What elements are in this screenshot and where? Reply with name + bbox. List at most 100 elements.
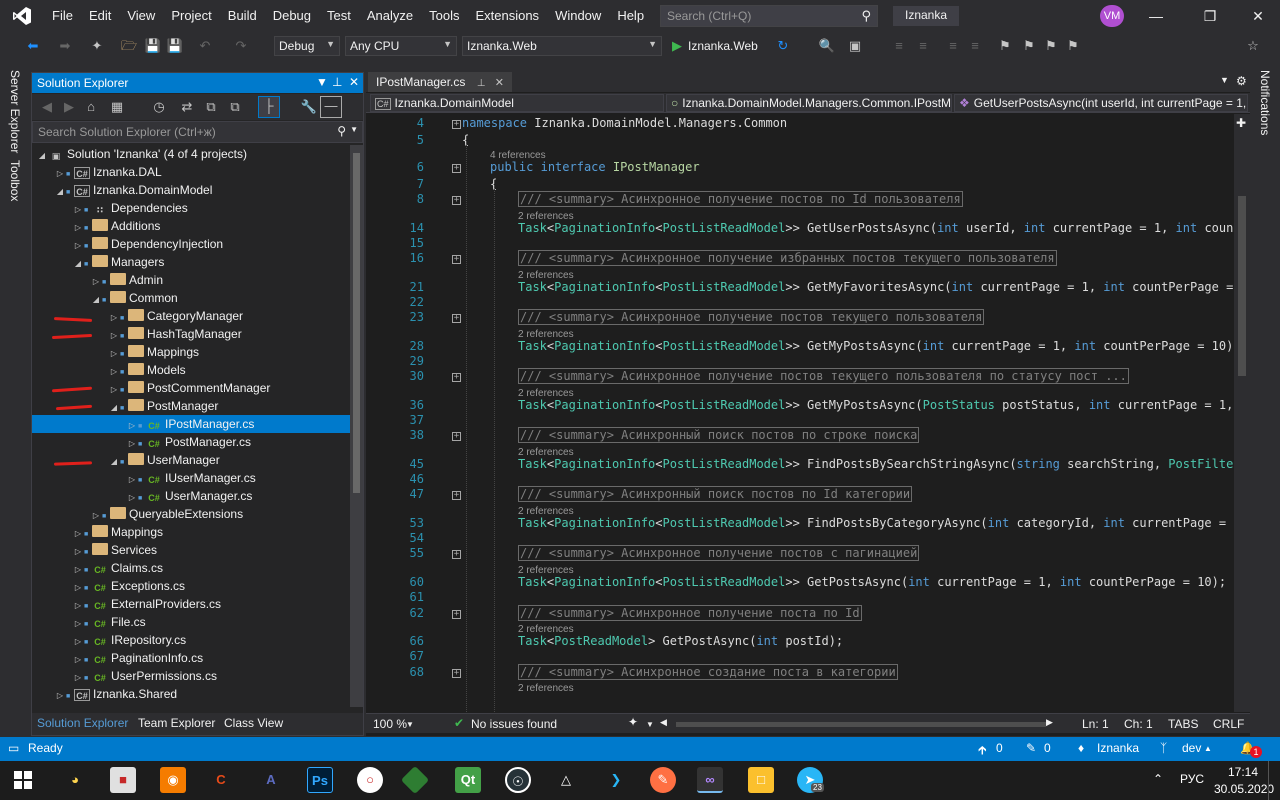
- tab-solution-explorer[interactable]: Solution Explorer: [37, 716, 128, 730]
- clock-time[interactable]: 17:14: [1228, 765, 1258, 779]
- run-button[interactable]: Iznanka.Web: [688, 39, 758, 53]
- scroll-left-icon[interactable]: ◀: [660, 717, 667, 728]
- code-line[interactable]: /// <summary> Асинхронное создание поста…: [518, 663, 898, 680]
- track-active-icon[interactable]: ├: [258, 96, 280, 118]
- windows-start-icon[interactable]: [10, 767, 36, 793]
- se-forward-icon[interactable]: ▶: [60, 98, 78, 116]
- code-line[interactable]: /// <summary> Асинхронное получение пост…: [518, 604, 862, 621]
- ccleaner-icon[interactable]: C: [208, 767, 234, 793]
- tree-item[interactable]: ▷ ■ Admin: [32, 271, 350, 289]
- code-line[interactable]: /// <summary> Асинхронное получение пост…: [518, 545, 920, 562]
- tree-item[interactable]: ▷ ■ C# Iznanka.Shared: [32, 685, 350, 703]
- unpushed-count[interactable]: 0: [996, 741, 1003, 755]
- se-back-icon[interactable]: ◀: [38, 98, 56, 116]
- tree-item[interactable]: ◢ ■ Common: [32, 289, 350, 307]
- code-view[interactable]: 4 + namespace Iznanka.DomainModel.Managers…: [366, 114, 1234, 712]
- tree-item[interactable]: ▷ ■ C# ExternalProviders.cs: [32, 595, 350, 613]
- tree-item[interactable]: ▷ ■ Additions: [32, 217, 350, 235]
- horizontal-scroll-thumb[interactable]: [676, 722, 1046, 727]
- tab-class-view[interactable]: Class View: [224, 716, 283, 730]
- bookmark-clear-icon[interactable]: ⚑: [1064, 37, 1082, 55]
- editor-vertical-scrollbar[interactable]: ✚: [1234, 114, 1250, 712]
- scrollbar-thumb[interactable]: [1238, 196, 1246, 376]
- outline-toggle-icon[interactable]: +: [452, 550, 461, 560]
- zoom-dropdown-icon[interactable]: ▼: [406, 720, 414, 729]
- code-line[interactable]: /// <summary> Асинхронный поиск постов п…: [518, 427, 920, 444]
- settings-gear-icon[interactable]: ⚙: [1236, 74, 1247, 88]
- find-in-files-icon[interactable]: 🔍: [818, 37, 836, 55]
- qt-creator-icon[interactable]: Qt: [455, 767, 481, 793]
- tree-item[interactable]: ◢ ■ Managers: [32, 253, 350, 271]
- refresh-icon[interactable]: ↻: [774, 37, 792, 55]
- bookmark-next-icon[interactable]: ⚑: [1042, 37, 1060, 55]
- code-line[interactable]: Task<PaginationInfo<PostListReadModel>> …: [518, 516, 1234, 530]
- project-navigation-select[interactable]: C# Iznanka.DomainModel: [370, 94, 664, 112]
- branch-name[interactable]: dev: [1182, 741, 1201, 755]
- close-panel-icon[interactable]: ✕: [349, 75, 359, 89]
- split-editor-icon[interactable]: ✚: [1236, 116, 1246, 130]
- outline-toggle-icon[interactable]: +: [452, 120, 461, 129]
- tree-item[interactable]: ▷ ■ C# PostManager.cs: [32, 433, 350, 451]
- comment-icon[interactable]: ≡: [944, 37, 962, 55]
- minimize-icon[interactable]: —: [1138, 0, 1174, 32]
- avatar[interactable]: VM: [1100, 5, 1124, 27]
- save-all-icon[interactable]: 💾: [166, 37, 184, 55]
- configuration-select[interactable]: Debug ▼: [274, 36, 340, 56]
- code-line[interactable]: Task<PaginationInfo<PostListReadModel>> …: [518, 280, 1234, 294]
- tree-item[interactable]: ▷ ■ Models: [32, 361, 350, 379]
- issues-status[interactable]: No issues found: [471, 717, 557, 731]
- tree-item[interactable]: ▷ ■ C# IPostManager.cs: [32, 415, 350, 433]
- tree-item[interactable]: ▷ ■ C# UserPermissions.cs: [32, 667, 350, 685]
- pending-changes-icon[interactable]: ◷: [150, 98, 168, 116]
- github-desktop-icon[interactable]: ☉: [505, 767, 531, 793]
- zoom-level[interactable]: 100 %: [373, 717, 407, 731]
- back-icon[interactable]: ⬅: [24, 37, 42, 55]
- orange-app-icon[interactable]: ◉: [160, 767, 186, 793]
- code-line[interactable]: Task<PaginationInfo<PostListReadModel>> …: [518, 221, 1234, 235]
- tray-overflow-icon[interactable]: ⌃: [1153, 772, 1163, 786]
- save-icon[interactable]: 💾: [144, 37, 162, 55]
- close-tab-icon[interactable]: ✕: [495, 77, 504, 89]
- keyboard-language[interactable]: РУС: [1180, 772, 1204, 786]
- outline-toggle-icon[interactable]: +: [452, 668, 461, 678]
- tree-item[interactable]: ▷ ■ C# PaginationInfo.cs: [32, 649, 350, 667]
- switch-views-icon[interactable]: ▦: [108, 98, 126, 116]
- undo-icon[interactable]: ↶: [196, 37, 214, 55]
- outline-toggle-icon[interactable]: +: [452, 373, 461, 383]
- postman-icon[interactable]: ✎: [650, 767, 676, 793]
- collapsed-arrow-icon[interactable]: ▷: [54, 687, 66, 705]
- tree-item[interactable]: ▷ ■ C# Iznanka.DAL: [32, 163, 350, 181]
- menu-edit[interactable]: Edit: [81, 0, 119, 32]
- notifications-tab[interactable]: Notifications: [1258, 70, 1272, 135]
- menu-analyze[interactable]: Analyze: [359, 0, 421, 32]
- maximize-icon[interactable]: ❐: [1192, 0, 1228, 32]
- code-line[interactable]: /// <summary> Асинхронное получение пост…: [518, 190, 963, 207]
- file-explorer-icon[interactable]: □: [748, 767, 774, 793]
- server-explorer-tab[interactable]: Server Explorer: [8, 70, 22, 153]
- home-icon[interactable]: ⌂: [82, 98, 100, 116]
- visual-studio-logo-icon[interactable]: [0, 0, 44, 32]
- preview-icon[interactable]: —: [320, 96, 342, 118]
- indent-icon[interactable]: ≡: [914, 37, 932, 55]
- tree-item[interactable]: ▷ ■ C# IRepository.cs: [32, 631, 350, 649]
- menu-file[interactable]: File: [44, 0, 81, 32]
- tree-item[interactable]: ▷ ■ Mappings: [32, 523, 350, 541]
- column-indicator[interactable]: Ch: 1: [1124, 717, 1153, 731]
- code-line[interactable]: Task<PaginationInfo<PostListReadModel>> …: [518, 398, 1234, 412]
- tree-item[interactable]: ▷ ■ Mappings: [32, 343, 350, 361]
- tree-item[interactable]: ◢ ■ C# Iznanka.DomainModel: [32, 181, 350, 199]
- tab-team-explorer[interactable]: Team Explorer: [138, 716, 215, 730]
- vscode-icon[interactable]: ❯: [603, 767, 629, 793]
- window-position-icon[interactable]: ▼: [316, 75, 328, 89]
- code-line[interactable]: /// <summary> Асинхронное получение избр…: [518, 249, 1057, 266]
- align-left-icon[interactable]: ≡: [890, 37, 908, 55]
- code-line[interactable]: Task<PaginationInfo<PostListReadModel>> …: [518, 339, 1234, 353]
- startup-project-select[interactable]: Iznanka.Web ▼: [462, 36, 662, 56]
- tab-list-icon[interactable]: ▼: [1220, 75, 1229, 85]
- uncomment-icon[interactable]: ≡: [966, 37, 984, 55]
- tree-item[interactable]: ▷ ■ ∷ Dependencies: [32, 199, 350, 217]
- tree-item[interactable]: ◢ ■ UserManager: [32, 451, 350, 469]
- scroll-right-icon[interactable]: ▶: [1046, 717, 1053, 728]
- tree-item[interactable]: ▷ ■ C# File.cs: [32, 613, 350, 631]
- code-cleanup-dropdown-icon[interactable]: ▼: [646, 720, 654, 729]
